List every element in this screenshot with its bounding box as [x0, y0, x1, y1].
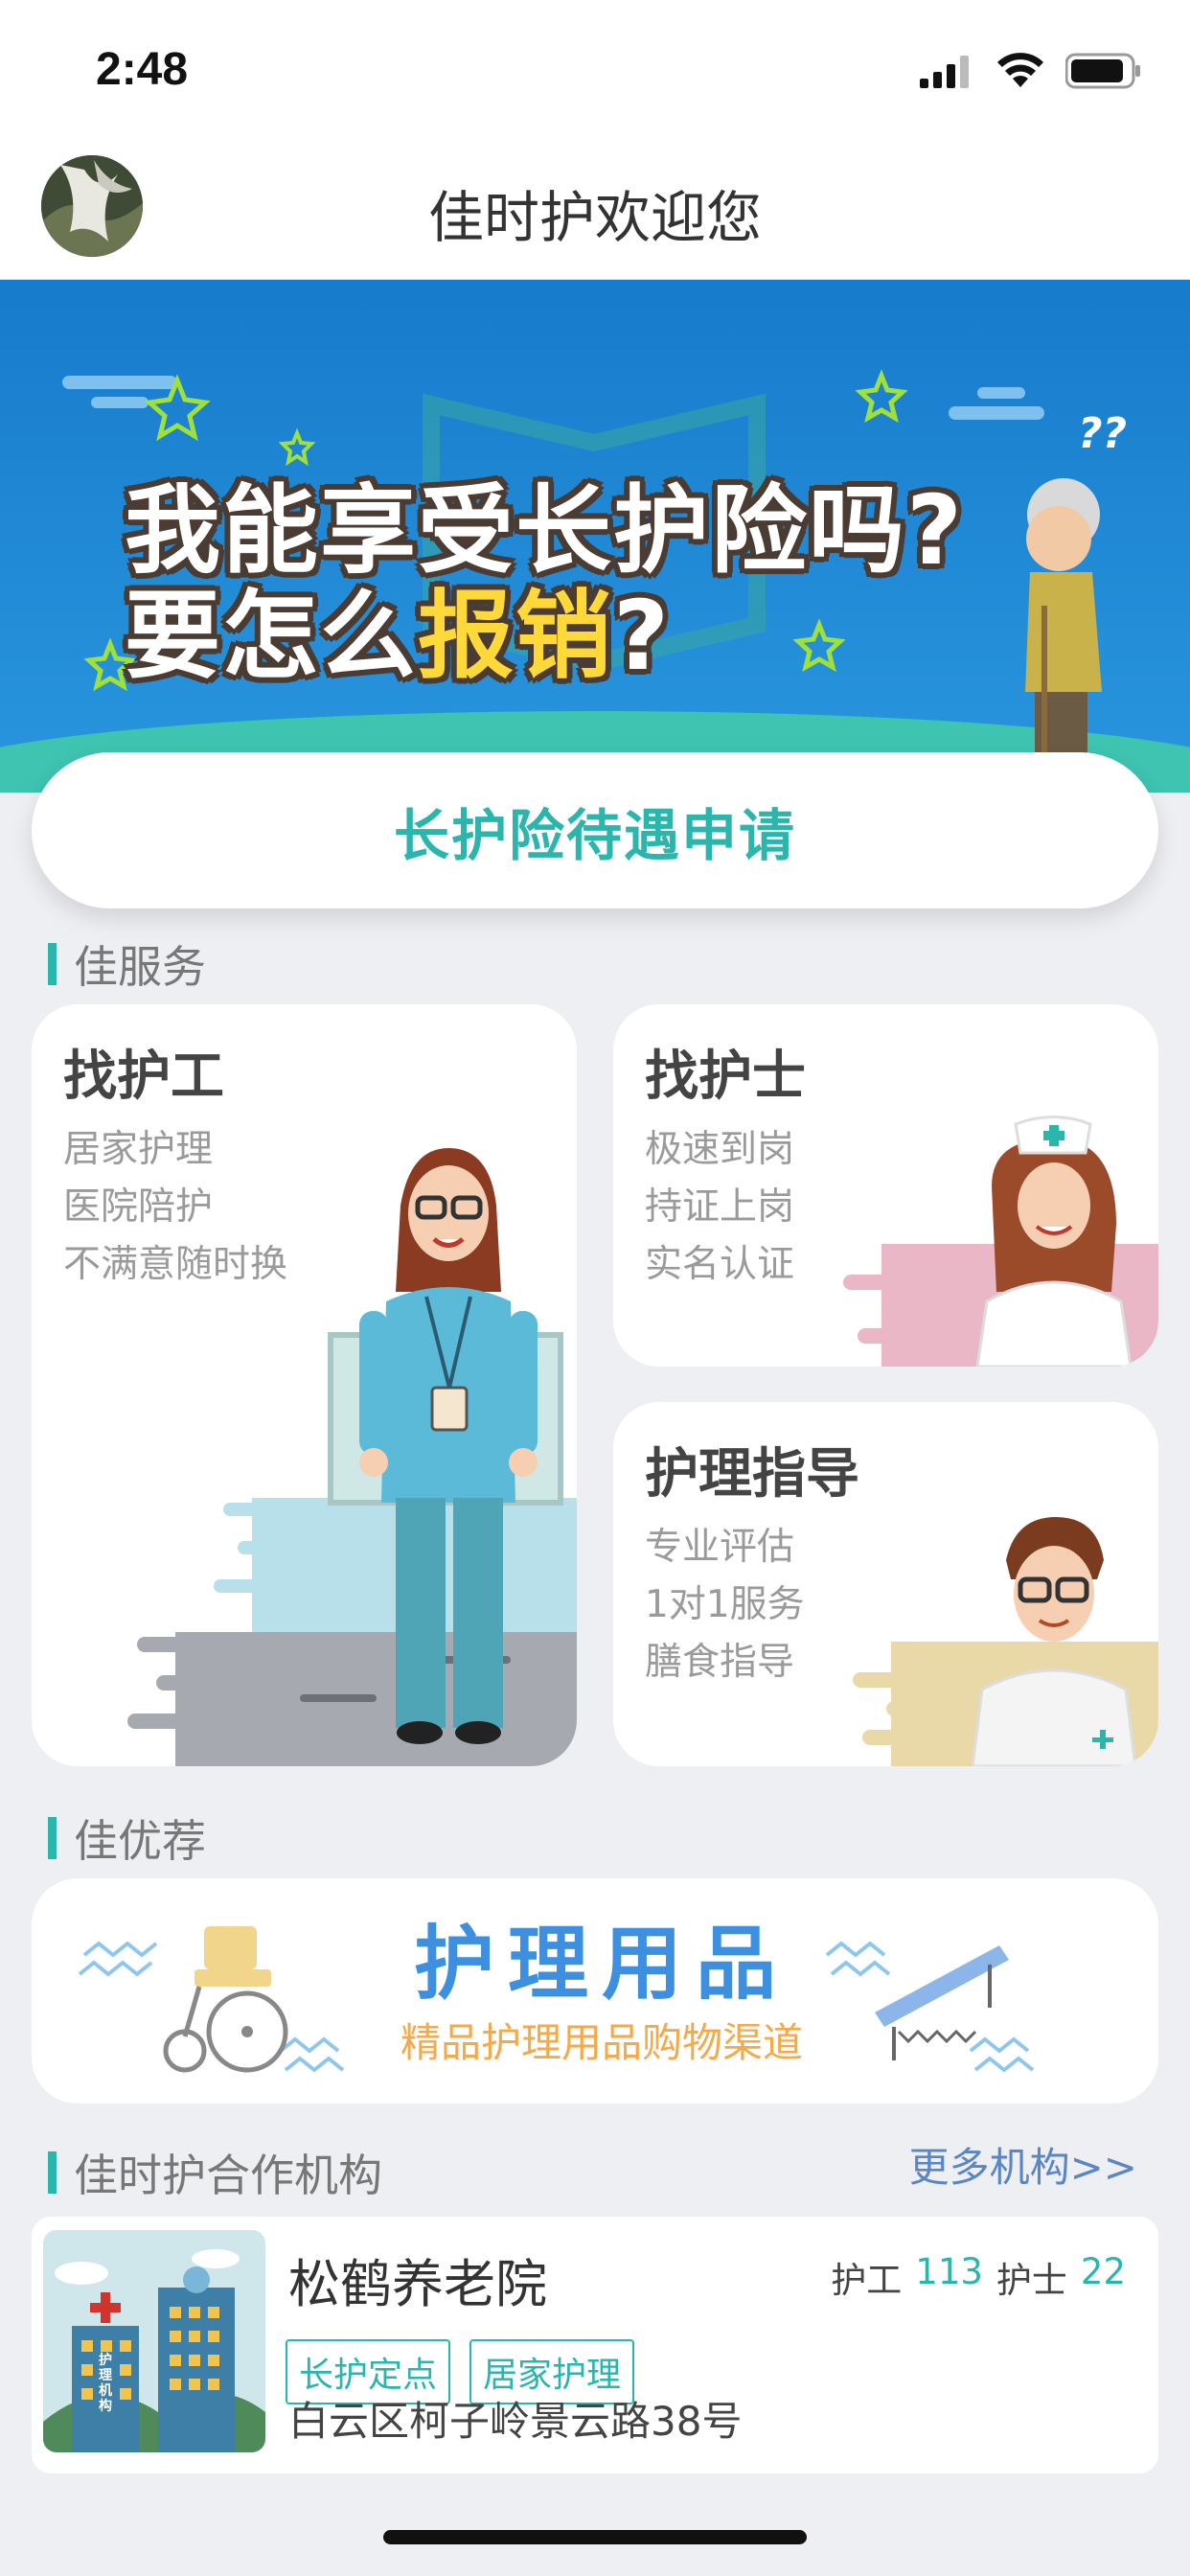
- nurse-feature-3: 实名认证: [645, 1243, 795, 1286]
- banner-headline-2-highlight: 报销: [418, 580, 613, 692]
- section-partners-title: 佳时护合作机构: [74, 2150, 382, 2201]
- section-services: 佳服务: [48, 932, 206, 996]
- caregiver-card-title: 找护工: [63, 1046, 224, 1108]
- supplies-banner-title: 护理用品: [413, 1917, 790, 2011]
- institution-address: 白云区柯子岭景云路38号: [288, 2398, 743, 2445]
- nurse-card-title: 找护士: [645, 1046, 806, 1108]
- signal-icon: [920, 56, 969, 88]
- nursing-supplies-banner[interactable]: 护理用品 精品护理用品购物渠道: [32, 1878, 1158, 2104]
- apply-button-label: 长护险待遇申请: [393, 802, 796, 868]
- institution-image-label: 护理机构: [99, 2353, 112, 2414]
- caregiver-feature-3: 不满意随时换: [63, 1243, 288, 1286]
- section-recommend: 佳优荐: [48, 1806, 206, 1870]
- banner-headline-2-suffix: ?: [613, 580, 672, 692]
- guidance-feature-2: 1对1服务: [645, 1583, 805, 1626]
- app-header: 佳时护欢迎您: [0, 144, 1190, 280]
- wifi-icon: [997, 53, 1043, 87]
- status-bar: 2:48: [0, 0, 1190, 144]
- nursing-guidance-card[interactable]: 护理指导 专业评估 1对1服务 膳食指导: [613, 1402, 1158, 1766]
- page-title: 佳时护欢迎您: [427, 185, 762, 250]
- supplies-banner-subtitle: 精品护理用品购物渠道: [400, 2019, 803, 2066]
- institution-image: 护理机构: [43, 2230, 265, 2452]
- home-indicator[interactable]: [383, 2530, 807, 2544]
- nurse-feature-2: 持证上岗: [645, 1185, 795, 1229]
- banner-headline-2: 要怎么报销?: [125, 558, 671, 697]
- guidance-card-title: 护理指导: [645, 1443, 859, 1506]
- section-recommend-title: 佳优荐: [74, 1815, 206, 1867]
- nurse-feature-1: 极速到岗: [645, 1128, 795, 1171]
- institution-stats: 护工 113 护士 22: [831, 2251, 1126, 2303]
- banner-headline-2-prefix: 要怎么: [125, 580, 418, 692]
- status-time: 2:48: [96, 44, 189, 95]
- ltc-insurance-apply-button[interactable]: 长护险待遇申请: [32, 752, 1158, 908]
- institution-card[interactable]: 护理机构 松鹤养老院 护工 113 护士 22 长护定点 居家护理 白云区柯子岭…: [32, 2217, 1158, 2473]
- caregiver-feature-2: 医院陪护: [63, 1185, 214, 1229]
- section-accent-bar: [48, 2151, 57, 2194]
- section-accent-bar: [48, 943, 57, 985]
- institution-name: 松鹤养老院: [288, 2254, 547, 2314]
- find-caregiver-card[interactable]: 找护工 居家护理 医院陪护 不满意随时换: [32, 1004, 577, 1766]
- promo-banner[interactable]: 我能享受长护险吗? 要怎么报销? ??: [0, 280, 1190, 793]
- find-nurse-card[interactable]: 找护士 极速到岗 持证上岗 实名认证: [613, 1004, 1158, 1367]
- caregiver-feature-1: 居家护理: [63, 1128, 214, 1171]
- section-services-title: 佳服务: [74, 941, 206, 993]
- guidance-feature-3: 膳食指导: [645, 1641, 795, 1684]
- caregiver-count-label: 护工: [831, 2260, 903, 2301]
- nurse-count-label: 护士: [995, 2260, 1067, 2301]
- guidance-feature-1: 专业评估: [645, 1526, 795, 1569]
- section-accent-bar: [48, 1817, 57, 1859]
- caregiver-count: 113: [915, 2251, 983, 2292]
- status-icons: [920, 53, 1142, 89]
- more-institutions-link[interactable]: 更多机构>>: [909, 2135, 1137, 2194]
- nurse-count: 22: [1080, 2251, 1126, 2292]
- battery-icon: [1065, 53, 1140, 89]
- banner-question-marks: ??: [1078, 409, 1128, 458]
- section-partners: 佳时护合作机构: [48, 2141, 382, 2204]
